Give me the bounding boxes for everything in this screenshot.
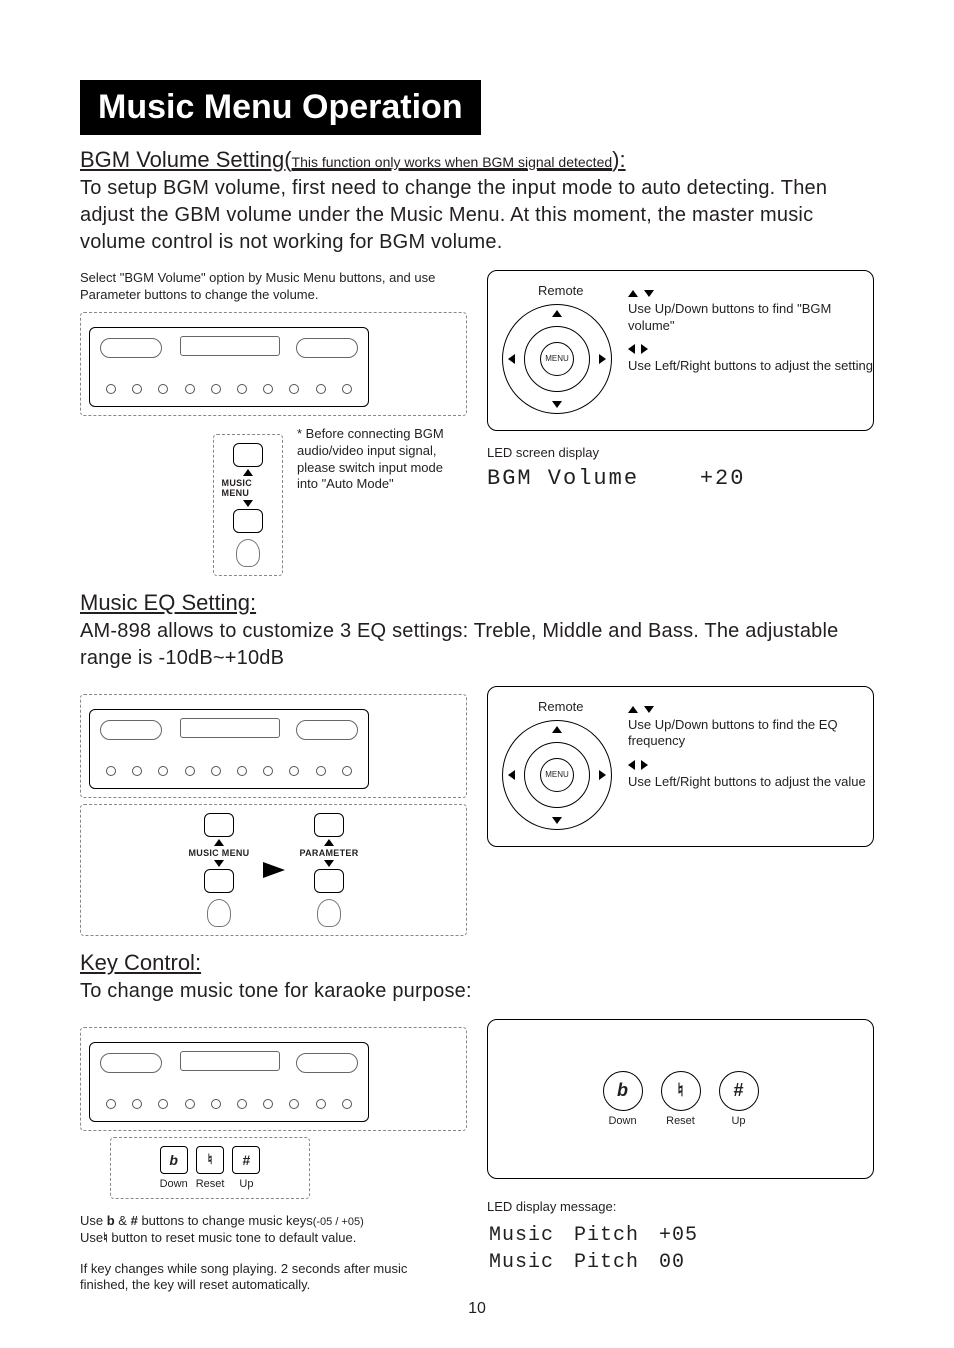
natural-symbol-icon: ♮ <box>208 1151 213 1168</box>
bgm-heading-note: This function only works when BGM signal… <box>292 154 613 170</box>
dpad-left-icon <box>508 354 515 364</box>
sharp-symbol-icon: # <box>733 1080 743 1101</box>
dpad-up-icon <box>552 726 562 733</box>
dpad-right-icon <box>599 354 606 364</box>
device-front-panel-illustration <box>89 1042 369 1122</box>
triangle-up-icon <box>628 706 638 713</box>
triangle-down-icon <box>644 706 654 713</box>
triangle-down-icon <box>214 860 224 867</box>
bgm-remote-panel: Remote MENU Use Up/Down buttons to find … <box>487 270 874 431</box>
eq-remote-hint-leftright: Use Left/Right buttons to adjust the val… <box>628 774 873 790</box>
bgm-led-caption: LED screen display <box>487 445 874 462</box>
triangle-down-icon <box>243 500 253 507</box>
triangle-left-icon <box>628 760 635 770</box>
key-note-para2: If key changes while song playing. 2 sec… <box>80 1261 430 1295</box>
table-row: Music Pitch +05 <box>489 1224 716 1249</box>
bgm-left-caption: Select "BGM Volume" option by Music Menu… <box>80 270 467 304</box>
hand-pointer-icon <box>317 899 341 927</box>
key-reset-label: Reset <box>196 1178 225 1190</box>
key-note-line1: Use b & # buttons to change music keys(-… <box>80 1213 467 1230</box>
eq-body-text: AM-898 allows to customize 3 EQ settings… <box>80 618 874 672</box>
triangle-left-icon <box>628 344 635 354</box>
hand-pointer-icon <box>236 539 260 567</box>
key-led-table: Music Pitch +05 Music Pitch 00 <box>487 1222 718 1278</box>
parameter-button-illustration: PARAMETER <box>299 813 358 927</box>
dpad-up-icon <box>552 310 562 317</box>
key-reset-button: ♮ <box>196 1146 224 1174</box>
key-up-label: Up <box>731 1115 745 1127</box>
music-menu-label: MUSIC MENU <box>222 478 274 498</box>
key-led-caption: LED display message: <box>487 1199 874 1216</box>
bgm-heading-main: BGM Volume Setting <box>80 147 284 172</box>
natural-symbol-icon: ♮ <box>677 1080 683 1101</box>
eq-remote-panel: Remote MENU Use Up/Down buttons to find … <box>487 686 874 847</box>
music-menu-button-illustration: MUSIC MENU <box>222 443 274 567</box>
key-reset-button: ♮ <box>661 1071 701 1111</box>
arrow-right-icon <box>263 862 285 878</box>
triangle-down-icon <box>644 290 654 297</box>
triangle-right-icon <box>641 344 648 354</box>
page-number: 10 <box>0 1300 954 1318</box>
key-control-buttons-illustration: b Down ♮ Reset # Up <box>119 1146 301 1190</box>
triangle-up-icon <box>214 839 224 846</box>
page-title: Music Menu Operation <box>80 80 481 135</box>
remote-dpad-illustration: MENU <box>502 304 612 414</box>
dpad-left-icon <box>508 770 515 780</box>
remote-menu-button: MENU <box>540 758 574 792</box>
bgm-heading-colon: : <box>619 147 625 172</box>
music-menu-button-illustration: MUSIC MENU <box>188 813 249 927</box>
device-front-panel-illustration <box>89 327 369 407</box>
key-note-line2: Use♮ button to reset music tone to defau… <box>80 1230 467 1247</box>
triangle-up-icon <box>324 839 334 846</box>
table-row: Music Pitch 00 <box>489 1251 716 1276</box>
key-down-button: b <box>603 1071 643 1111</box>
key-up-button: # <box>719 1071 759 1111</box>
bgm-heading: BGM Volume Setting(This function only wo… <box>80 147 874 173</box>
dpad-down-icon <box>552 401 562 408</box>
triangle-up-icon <box>628 290 638 297</box>
bgm-led-value: +20 <box>700 466 746 491</box>
dpad-right-icon <box>599 770 606 780</box>
bgm-led-label: BGM Volume <box>487 466 639 491</box>
music-menu-label: MUSIC MENU <box>188 848 249 858</box>
bgm-remote-hint-leftright: Use Left/Right buttons to adjust the set… <box>628 358 873 374</box>
key-reset-label: Reset <box>666 1115 695 1127</box>
bgm-footnote: * Before connecting BGM audio/video inpu… <box>297 426 467 494</box>
bgm-body-text: To setup BGM volume, first need to chang… <box>80 175 874 256</box>
key-down-label: Down <box>160 1178 188 1190</box>
key-up-label: Up <box>239 1178 253 1190</box>
flat-symbol-icon: b <box>169 1152 178 1168</box>
triangle-down-icon <box>324 860 334 867</box>
dpad-down-icon <box>552 817 562 824</box>
key-remote-panel: b Down ♮ Reset # Up <box>487 1019 874 1179</box>
remote-dpad-illustration: MENU <box>502 720 612 830</box>
key-down-label: Down <box>608 1115 636 1127</box>
eq-remote-hint-updown: Use Up/Down buttons to find the EQ frequ… <box>628 717 873 750</box>
remote-menu-button: MENU <box>540 342 574 376</box>
triangle-up-icon <box>243 469 253 476</box>
flat-symbol-icon: b <box>617 1080 628 1101</box>
hand-pointer-icon <box>207 899 231 927</box>
bgm-remote-hint-updown: Use Up/Down buttons to find "BGM volume" <box>628 301 873 334</box>
device-front-panel-illustration <box>89 709 369 789</box>
key-up-button: # <box>232 1146 260 1174</box>
eq-heading: Music EQ Setting: <box>80 590 874 616</box>
key-down-button: b <box>160 1146 188 1174</box>
parameter-label: PARAMETER <box>299 848 358 858</box>
triangle-right-icon <box>641 760 648 770</box>
key-body-text: To change music tone for karaoke purpose… <box>80 978 874 1005</box>
key-heading: Key Control: <box>80 950 874 976</box>
sharp-symbol-icon: # <box>243 1152 251 1168</box>
